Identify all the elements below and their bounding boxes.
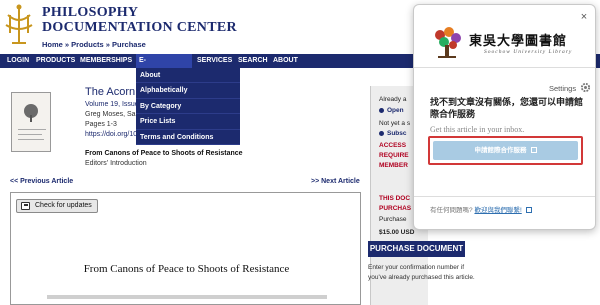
request-ill-button-label: 申請館際合作服務 (474, 147, 527, 154)
contact-us-link[interactable]: 歡迎與我們聯繫! (474, 207, 521, 214)
popup-footer: 有任何問題嗎? 歡迎與我們聯繫! (430, 204, 532, 214)
previous-article-link[interactable]: << Previous Article (10, 178, 73, 185)
brand-name[interactable]: PHILOSOPHY DOCUMENTATION CENTER (42, 5, 237, 35)
subscribe-link[interactable]: Subsc (379, 130, 407, 137)
crossmark-icon (21, 202, 30, 210)
this-document-line-2: PURCHAS (379, 205, 412, 212)
article-authors: Greg Moses, San (85, 111, 140, 118)
nav-login[interactable]: LOGIN (4, 54, 32, 68)
access-notice-line-2: REQUIRE (379, 152, 409, 159)
article-volume[interactable]: Volume 19, Issue (85, 101, 139, 108)
article-section: Editors' Introduction (85, 160, 147, 167)
gear-icon[interactable] (580, 82, 591, 93)
access-notice-line-1: ACCESS (379, 142, 407, 149)
access-notice-line-3: MEMBER (379, 162, 408, 169)
cover-line (18, 129, 46, 130)
e-collection-dropdown: About Alphabetically By Category Price L… (136, 68, 240, 145)
dropdown-item-terms[interactable]: Terms and Conditions (136, 130, 240, 145)
document-heading: From Canons of Peace to Shoots of Resist… (83, 263, 290, 275)
brand-line-1: PHILOSOPHY (42, 5, 139, 20)
popup-divider (414, 67, 595, 68)
open-link-label: Open (387, 107, 404, 114)
document-viewer[interactable]: Check for updates From Canons of Peace t… (10, 192, 361, 305)
subscribe-icon (379, 130, 384, 136)
nav-e-collection[interactable]: E-COLLECTION (136, 54, 192, 78)
not-yet-member-text: Not yet a s (379, 120, 411, 127)
subscribe-link-label: Subsc (387, 130, 407, 137)
purchase-label: Purchase (379, 216, 407, 223)
check-for-updates-label: Check for updates (35, 202, 92, 209)
pdc-logo-icon[interactable] (4, 3, 34, 49)
nav-services[interactable]: SERVICES (194, 54, 235, 68)
nav-about[interactable]: ABOUT (270, 54, 301, 68)
article-pages: Pages 1-3 (85, 121, 117, 128)
footer-question: 有任何問題嗎? (430, 207, 473, 214)
this-document-line-1: THIS DOC (379, 195, 411, 202)
library-name-english: Soochow University Library (484, 49, 573, 55)
nav-search[interactable]: SEARCH (235, 54, 271, 68)
document-text-line (47, 295, 327, 299)
popup-heading: 找不到文章沒有關係，您還可以申請館際合作服務 (430, 97, 584, 119)
purchase-document-button[interactable]: PURCHASE DOCUMENT (368, 241, 465, 257)
price: $15.00 USD (379, 229, 415, 236)
external-link-icon (530, 147, 537, 154)
library-tree-logo-icon (435, 27, 461, 58)
dropdown-item-price-lists[interactable]: Price Lists (136, 114, 240, 130)
journal-cover-image[interactable] (11, 92, 51, 152)
cover-line (18, 139, 44, 140)
popup-subheading: Get this article in your inbox. (430, 125, 525, 134)
cover-line (18, 134, 42, 135)
request-ill-button[interactable]: 申請館際合作服務 (433, 141, 578, 160)
dropdown-item-by-category[interactable]: By Category (136, 99, 240, 115)
check-for-updates-button[interactable]: Check for updates (16, 199, 98, 213)
popup-footer-divider (414, 196, 595, 197)
external-link-icon (525, 207, 532, 214)
confirmation-text-line-1: Enter your confirmation number if (368, 264, 465, 271)
settings-link[interactable]: Settings (549, 84, 576, 93)
dropdown-item-alphabetically[interactable]: Alphabetically (136, 83, 240, 99)
next-article-link[interactable]: >> Next Article (311, 178, 360, 185)
article-doi-link[interactable]: https://doi.org/10. (85, 131, 139, 138)
breadcrumb[interactable]: Home » Products » Purchase (42, 40, 146, 49)
dropdown-item-about[interactable]: About (136, 68, 240, 84)
brand-line-2: DOCUMENTATION CENTER (42, 20, 237, 35)
article-title: From Canons of Peace to Shoots of Resist… (85, 150, 243, 157)
nav-memberships[interactable]: MEMBERSHIPS (77, 54, 135, 68)
cover-tree-icon (24, 104, 38, 122)
highlight-frame: 申請館際合作服務 (428, 136, 583, 165)
open-access-link[interactable]: Open (379, 107, 404, 114)
close-icon[interactable]: × (577, 10, 591, 24)
nav-products[interactable]: PRODUCTS (33, 54, 78, 68)
library-name-chinese: 東吳大學圖書館 (469, 34, 568, 49)
confirmation-text-line-2: you've already purchased this article. (368, 274, 475, 281)
login-icon (379, 107, 384, 113)
library-popup: × 東吳大學圖書館 Soochow University Library Set… (413, 4, 596, 230)
journal-title[interactable]: The Acorn (85, 86, 135, 98)
already-member-text: Already a (379, 96, 407, 103)
